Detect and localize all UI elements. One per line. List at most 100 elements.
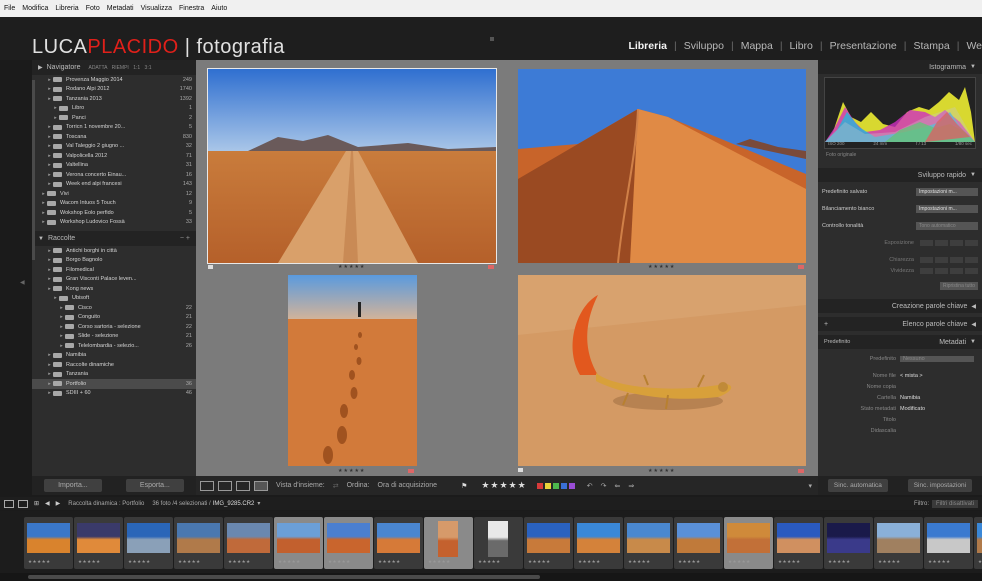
auto-tone-button[interactable]: Tono automatico <box>916 221 978 230</box>
grid-cell[interactable]: ★★★★★ <box>202 66 502 272</box>
thumbnail-stars[interactable]: ★★★★★ <box>778 559 801 565</box>
exposure-buttons[interactable] <box>920 239 978 246</box>
module-tab[interactable]: We <box>966 40 982 52</box>
folder-item[interactable]: ▸ Rodano Alpi 2012 1740 <box>32 85 196 95</box>
menu-item[interactable]: Finestra <box>179 5 204 12</box>
thumbnail-stars[interactable]: ★★★★★ <box>728 559 751 565</box>
collection-item[interactable]: ▸ Slide - selezione 21 <box>32 332 196 342</box>
disclosure-triangle-icon[interactable]: ▸ <box>40 200 47 206</box>
filmstrip-thumbnail[interactable]: ★★★★★ <box>74 517 123 569</box>
keyword-list-header[interactable]: + Elenco parole chiave ◀ <box>818 317 982 331</box>
disclosure-triangle-icon[interactable]: ▸ <box>46 181 53 187</box>
forward-arrow-icon[interactable]: ▶ <box>56 500 61 507</box>
folder-item[interactable]: ▸ Week end alpi francesi 143 <box>32 180 196 190</box>
main-window-button[interactable] <box>4 499 14 508</box>
folder-item[interactable]: ▸ Valpolicella 2012 71 <box>32 151 196 161</box>
survey-view-button[interactable] <box>254 480 268 491</box>
thumbnail-stars[interactable]: ★★★★★ <box>328 559 351 565</box>
collection-item[interactable]: ▸ Gran Visconti Palace leven... <box>32 275 196 285</box>
reset-all-button[interactable]: Ripristina tutto <box>940 281 978 290</box>
menu-item[interactable]: Modifica <box>22 5 48 12</box>
disclosure-triangle-icon[interactable]: ▸ <box>40 219 47 225</box>
rotate-right-icon[interactable]: ↷ <box>601 482 607 490</box>
photo-thumbnail[interactable] <box>288 275 417 466</box>
folder-item[interactable]: ▸ Wacom Intuos 5 Touch 9 <box>32 199 196 209</box>
disclosure-triangle-icon[interactable]: ▸ <box>58 343 65 349</box>
folder-item[interactable]: ▸ Tanzania 2013 1392 <box>32 94 196 104</box>
disclosure-triangle-icon[interactable]: ▸ <box>58 324 65 330</box>
filmstrip-thumbnail[interactable]: ★★★★★ <box>124 517 173 569</box>
menu-item[interactable]: Foto <box>86 5 100 12</box>
prev-arrow-icon[interactable]: ⇐ <box>614 482 620 490</box>
module-tab[interactable]: Stampa <box>914 40 950 52</box>
collection-item[interactable]: ▸ Borgo Bagnolo <box>32 256 196 266</box>
menu-item[interactable]: File <box>4 5 15 12</box>
collection-item[interactable]: ▸ SDIII + 60 46 <box>32 389 196 399</box>
metadata-value[interactable]: < mista > <box>900 373 982 379</box>
color-label-swatch[interactable] <box>536 482 543 489</box>
disclosure-triangle-icon[interactable]: ▸ <box>40 210 47 216</box>
thumbnail-stars[interactable]: ★★★★★ <box>828 559 851 565</box>
thumbnail-stars[interactable]: ★★★★★ <box>978 559 982 565</box>
thumbnail-stars[interactable]: ★★★★★ <box>678 559 701 565</box>
photo-thumbnail[interactable] <box>518 275 806 466</box>
thumbnail-stars[interactable]: ★★★★★ <box>428 559 451 565</box>
source-breadcrumb[interactable]: Raccolta dinamica : Portfolio <box>68 501 144 507</box>
filmstrip-thumbnail[interactable]: ★★★★★ <box>324 517 373 569</box>
grid-cell[interactable]: ★★★★★ <box>202 272 502 474</box>
sync-settings-button[interactable]: Sinc. impostazioni <box>907 479 973 492</box>
compare-view-button[interactable] <box>236 480 250 491</box>
rating-stars[interactable]: ★★★★★ <box>338 264 365 270</box>
filmstrip-thumbnail[interactable]: ★★★★★ <box>874 517 923 569</box>
disclosure-triangle-icon[interactable]: ▸ <box>46 77 53 83</box>
rating-stars[interactable]: ★★★★★ <box>338 468 365 474</box>
folder-item[interactable]: ▸ Torricn 1 novembre 20... 5 <box>32 123 196 133</box>
metadata-header[interactable]: Predefinito Metadati ▼ <box>818 335 982 349</box>
grid-view-button[interactable] <box>200 480 214 491</box>
rating-stars[interactable]: ★★★★★ <box>648 264 675 270</box>
filmstrip-thumbnail[interactable]: ★★★★★ <box>974 517 982 569</box>
disclosure-triangle-icon[interactable]: ▸ <box>46 124 53 130</box>
filmstrip-thumbnail[interactable]: ★★★★★ <box>524 517 573 569</box>
disclosure-triangle-icon[interactable]: ▸ <box>46 134 53 140</box>
thumbnail-stars[interactable]: ★★★★★ <box>128 559 151 565</box>
menu-item[interactable]: Visualizza <box>141 5 172 12</box>
rotate-left-icon[interactable]: ↶ <box>587 482 593 490</box>
next-arrow-icon[interactable]: ⇒ <box>628 482 634 490</box>
filmstrip-thumbnail[interactable]: ★★★★★ <box>374 517 423 569</box>
filmstrip-thumbnail[interactable]: ★★★★★ <box>274 517 323 569</box>
disclosure-triangle-icon[interactable]: ▸ <box>52 105 59 111</box>
disclosure-triangle-icon[interactable]: ▸ <box>46 172 53 178</box>
histogram-header[interactable]: Istogramma ▼ <box>818 60 982 74</box>
original-photo-checkbox[interactable]: Foto originale <box>818 152 982 162</box>
folder-item[interactable]: ▸ Workshop Ludovico Fossà 33 <box>32 218 196 228</box>
rating-filter-stars[interactable]: ★★★★★ <box>481 480 526 491</box>
disclosure-triangle-icon[interactable]: ▸ <box>52 295 59 301</box>
folder-item[interactable]: ▸ Wokshop Eolo perfido 5 <box>32 208 196 218</box>
thumbnail-stars[interactable]: ★★★★★ <box>578 559 601 565</box>
disclosure-triangle-icon[interactable]: ▸ <box>58 314 65 320</box>
filmstrip-thumbnail[interactable]: ★★★★★ <box>174 517 223 569</box>
folder-item[interactable]: ▸ Panci 2 <box>32 113 196 123</box>
folder-item[interactable]: ▸ Vivi 12 <box>32 189 196 199</box>
folder-item[interactable]: ▸ Provenza Maggio 2014 249 <box>32 75 196 85</box>
thumbnail-stars[interactable]: ★★★★★ <box>278 559 301 565</box>
add-collection-icon[interactable]: − + <box>180 235 190 242</box>
menu-item[interactable]: Libreria <box>55 5 78 12</box>
disclosure-triangle-icon[interactable]: ▸ <box>46 352 53 358</box>
loupe-view-button[interactable] <box>218 480 232 491</box>
disclosure-triangle-icon[interactable]: ▸ <box>46 96 53 102</box>
disclosure-triangle-icon[interactable]: ▸ <box>46 162 53 168</box>
second-window-button[interactable] <box>18 499 28 508</box>
folder-item[interactable]: ▸ Val Taleggio 2 giugno ... 32 <box>32 142 196 152</box>
thumbnail-stars[interactable]: ★★★★★ <box>228 559 251 565</box>
vibrance-buttons[interactable] <box>920 267 978 274</box>
thumbnail-stars[interactable]: ★★★★★ <box>878 559 901 565</box>
disclosure-triangle-icon[interactable]: ▸ <box>46 381 53 387</box>
quick-develop-header[interactable]: Sviluppo rapido ▼ <box>818 168 982 182</box>
filmstrip-thumbnail[interactable]: ★★★★★ <box>424 517 473 569</box>
disclosure-triangle-icon[interactable]: ▸ <box>46 390 53 396</box>
filmstrip-thumbnail[interactable]: ★★★★★ <box>724 517 773 569</box>
collection-item[interactable]: ▸ Ubisoft <box>32 294 196 304</box>
keywording-header[interactable]: Creazione parole chiave ◀ <box>818 299 982 313</box>
